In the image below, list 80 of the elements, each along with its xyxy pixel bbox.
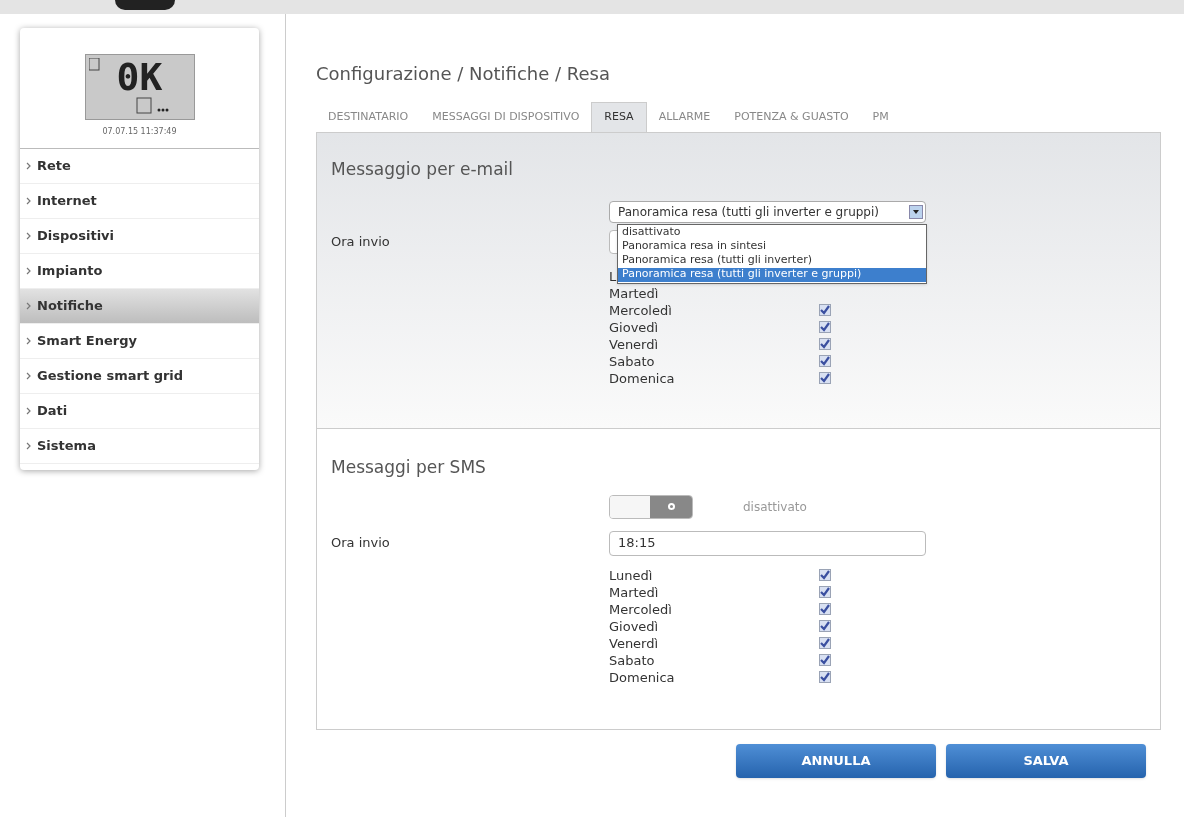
toggle-switch[interactable]: [609, 494, 693, 519]
dropdown-option[interactable]: Panoramica resa (tutti gli inverter e gruppi): [618, 267, 926, 282]
day-label: L: [609, 267, 617, 286]
check-icon: [820, 305, 830, 316]
action-button[interactable]: ANNULLA: [736, 744, 936, 778]
day-label: Sabato: [609, 352, 655, 371]
day-label: Mercoledì: [609, 301, 672, 320]
caret-icon[interactable]: [909, 204, 923, 219]
checkbox[interactable]: [819, 372, 831, 385]
checkbox[interactable]: [819, 304, 831, 317]
sidebar-item[interactable]: Internet: [20, 184, 259, 219]
dark-shape-icon: [115, 0, 175, 10]
check-icon: [820, 621, 830, 632]
sidebar-item[interactable]: Dispositivi: [20, 219, 259, 254]
chevron-icon: [26, 267, 31, 275]
section-title: Messaggi per SMS: [331, 456, 487, 479]
day-label: Domenica: [609, 668, 675, 687]
checkbox[interactable]: [819, 620, 831, 633]
chevron-icon: [26, 337, 31, 345]
chevron-icon: [26, 197, 31, 205]
day-label: Sabato: [609, 651, 655, 670]
checkbox[interactable]: [819, 671, 831, 684]
check-icon: [820, 587, 830, 598]
day-label: Giovedì: [609, 617, 659, 636]
day-label: Venerdì: [609, 634, 659, 653]
tab[interactable]: RESA: [591, 102, 647, 132]
chevron-icon: [26, 442, 31, 450]
chevron-icon: [26, 372, 31, 380]
sidebar-item[interactable]: Smart Energy: [20, 324, 259, 359]
dropdown-option[interactable]: disattivato: [618, 225, 926, 240]
sidebar-item[interactable]: Rete: [20, 149, 259, 184]
select-dropdown[interactable]: Panoramica resa (tutti gli inverter e gruppi): [609, 200, 926, 223]
day-label: Lunedì: [609, 566, 653, 585]
action-button[interactable]: SALVA: [946, 744, 1146, 778]
check-icon: [820, 373, 830, 384]
sidebar-item[interactable]: Dati: [20, 394, 259, 429]
chevron-icon: [26, 407, 31, 415]
section-title: Messaggio per e-mail: [331, 158, 515, 181]
time-field[interactable]: 18:15: [609, 530, 926, 556]
tab[interactable]: POTENZA & GUASTO: [722, 102, 861, 132]
check-icon: [820, 672, 830, 683]
check-icon: [820, 570, 830, 581]
timestamp: 07.07.15 11:37:49: [102, 126, 177, 138]
check-icon: [820, 604, 830, 615]
field-label: Ora invio: [331, 232, 391, 251]
checkbox[interactable]: [819, 569, 831, 582]
check-icon: [820, 356, 830, 367]
checkbox[interactable]: [819, 586, 831, 599]
checkbox[interactable]: [819, 637, 831, 650]
day-label: Martedì: [609, 284, 659, 303]
checkbox[interactable]: [819, 654, 831, 667]
tab[interactable]: PM: [860, 102, 901, 132]
lcd-text: 0K: [116, 55, 163, 99]
dropdown-option[interactable]: Panoramica resa in sintesi: [618, 239, 926, 254]
sidebar-item[interactable]: Gestione smart grid: [20, 359, 259, 394]
toggle-label: disattivato: [743, 498, 807, 516]
day-label: Venerdì: [609, 335, 659, 354]
checkbox[interactable]: [819, 321, 831, 334]
tab[interactable]: MESSAGGI DI DISPOSITIVO: [420, 102, 592, 132]
chevron-icon: [26, 232, 31, 240]
tab[interactable]: ALLARME: [646, 102, 723, 132]
checkbox[interactable]: [819, 355, 831, 368]
field-label: Ora invio: [331, 534, 391, 553]
day-label: Martedì: [609, 583, 659, 602]
page-title: Configurazione / Notifiche / Resa: [316, 62, 611, 86]
chevron-icon: [26, 302, 31, 310]
chevron-icon: [26, 162, 31, 170]
check-icon: [820, 638, 830, 649]
check-icon: [820, 655, 830, 666]
tab[interactable]: DESTINATARIO: [316, 102, 421, 132]
check-icon: [820, 339, 830, 350]
checkbox[interactable]: [819, 603, 831, 616]
checkbox[interactable]: [819, 338, 831, 351]
dropdown-option[interactable]: Panoramica resa (tutti gli inverter): [618, 253, 926, 268]
check-icon: [820, 322, 830, 333]
day-label: Domenica: [609, 369, 675, 388]
sidebar-item[interactable]: Sistema: [20, 429, 259, 464]
sidebar-item[interactable]: Notifiche: [20, 289, 259, 324]
day-label: Mercoledì: [609, 600, 672, 619]
day-label: Giovedì: [609, 318, 659, 337]
